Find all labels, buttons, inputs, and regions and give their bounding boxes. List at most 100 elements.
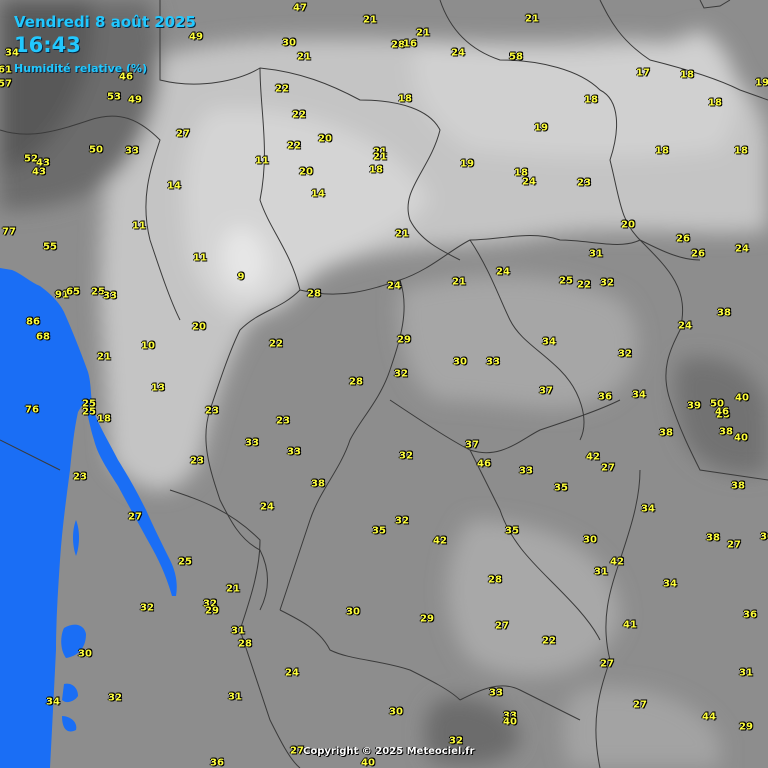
station-value: 11: [132, 220, 146, 232]
station-value: 18: [398, 93, 412, 105]
station-value: 34: [542, 336, 556, 348]
station-value: 18: [584, 94, 598, 106]
station-value: 16: [403, 38, 417, 50]
station-value: 38: [717, 307, 731, 319]
station-value: 22: [269, 338, 283, 350]
station-value: 24: [260, 501, 274, 513]
station-value: 18: [514, 167, 528, 179]
station-value: 58: [509, 51, 523, 63]
station-value: 28: [238, 638, 252, 650]
station-value: 21: [297, 51, 311, 63]
station-value: 49: [189, 31, 203, 43]
station-value: 36: [598, 391, 612, 403]
station-value: 25: [178, 556, 192, 568]
station-value: 42: [433, 535, 447, 547]
station-value: 21: [452, 276, 466, 288]
station-value: 27: [128, 511, 142, 523]
weather-map: Vendredi 8 août 2025 16:43 Humidité rela…: [0, 0, 768, 768]
station-value: 23: [276, 415, 290, 427]
station-value: 22: [292, 109, 306, 121]
station-value: 26: [676, 233, 690, 245]
station-value: 21: [97, 351, 111, 363]
station-value: 38: [659, 427, 673, 439]
station-value: 22: [542, 635, 556, 647]
station-value: 23: [73, 471, 87, 483]
station-value: 27: [633, 699, 647, 711]
station-value: 18: [97, 413, 111, 425]
station-value: 24: [496, 266, 510, 278]
station-value: 22: [275, 83, 289, 95]
station-value: 34: [663, 578, 677, 590]
station-value: 29: [397, 334, 411, 346]
station-value: 19: [460, 158, 474, 170]
station-value: 9: [237, 271, 245, 283]
station-value: 30: [583, 534, 597, 546]
station-value: 20: [192, 321, 206, 333]
station-value: 33: [287, 446, 301, 458]
station-value: 55: [43, 241, 57, 253]
station-value: 23: [577, 177, 591, 189]
station-value: 32: [399, 450, 413, 462]
station-value: 22: [287, 140, 301, 152]
station-value: 23: [205, 405, 219, 417]
station-value: 33: [245, 437, 259, 449]
station-value: 24: [451, 47, 465, 59]
station-value: 65: [66, 286, 80, 298]
station-value: 36: [210, 757, 224, 768]
station-value: 38: [719, 426, 733, 438]
station-value: 33: [519, 465, 533, 477]
station-value: 21: [226, 583, 240, 595]
station-value: 31: [228, 691, 242, 703]
station-value: 26: [691, 248, 705, 260]
station-value: 53: [107, 91, 121, 103]
station-value: 68: [36, 331, 50, 343]
station-value: 24: [387, 280, 401, 292]
station-value: 30: [282, 37, 296, 49]
station-value: 32: [140, 602, 154, 614]
station-value: 33: [486, 356, 500, 368]
station-value: 21: [395, 228, 409, 240]
station-value: 28: [349, 376, 363, 388]
station-value: 34: [46, 696, 60, 708]
station-value: 46: [715, 406, 729, 418]
station-value: 18: [655, 145, 669, 157]
station-value: 13: [151, 382, 165, 394]
station-value: 35: [372, 525, 386, 537]
station-value: 18: [680, 69, 694, 81]
station-value: 32: [618, 348, 632, 360]
station-value: 33: [103, 290, 117, 302]
station-value: 57: [0, 78, 12, 90]
station-value: 38: [731, 480, 745, 492]
forecast-date: Vendredi 8 août 2025: [14, 13, 196, 31]
station-value: 76: [25, 404, 39, 416]
station-value: 42: [586, 451, 600, 463]
station-value: 46: [119, 71, 133, 83]
station-value: 18: [708, 97, 722, 109]
station-value: 27: [290, 745, 304, 757]
station-value: 47: [293, 2, 307, 14]
station-value: 30: [78, 648, 92, 660]
station-value: 33: [125, 145, 139, 157]
station-value: 23: [190, 455, 204, 467]
station-value: 18: [369, 164, 383, 176]
station-value: 24: [678, 320, 692, 332]
station-value: 20: [621, 219, 635, 231]
humidity-map-base: [0, 0, 768, 768]
station-value: 25: [559, 275, 573, 287]
station-value: 10: [141, 340, 155, 352]
station-value: 86: [26, 316, 40, 328]
station-value: 30: [453, 356, 467, 368]
station-value: 35: [505, 525, 519, 537]
station-value: 11: [255, 155, 269, 167]
station-value: 50: [89, 144, 103, 156]
station-value: 28: [307, 288, 321, 300]
station-value: 32: [394, 368, 408, 380]
station-value: 34: [641, 503, 655, 515]
station-value: 27: [176, 128, 190, 140]
station-value: 30: [389, 706, 403, 718]
station-value: 29: [205, 605, 219, 617]
station-value: 21: [363, 14, 377, 26]
station-value: 21: [416, 27, 430, 39]
station-value: 21: [525, 13, 539, 25]
station-value: 17: [636, 67, 650, 79]
